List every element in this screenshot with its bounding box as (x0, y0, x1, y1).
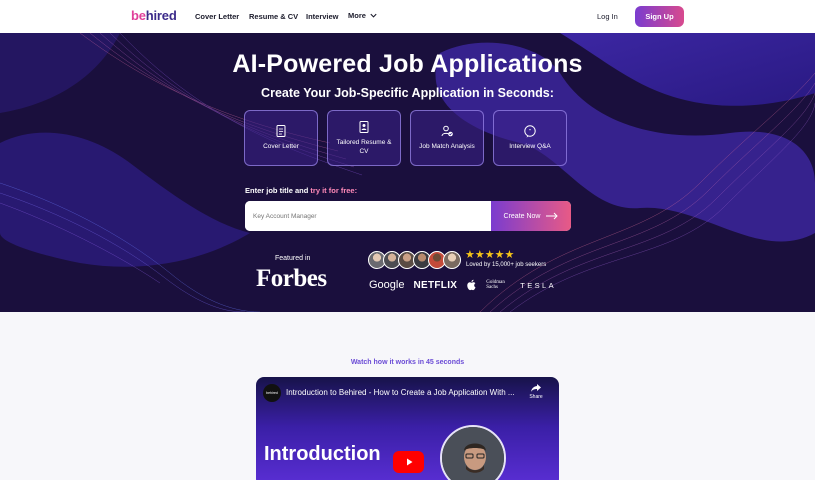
google-logo: Google (369, 279, 405, 291)
play-icon (406, 458, 412, 466)
presenter-illustration (442, 427, 504, 480)
video-title[interactable]: Introduction to Behired - How to Create … (286, 388, 526, 397)
card-interview-qa[interactable]: ” Interview Q&A (493, 110, 567, 166)
share-button[interactable]: Share (526, 384, 546, 400)
user-avatars (368, 251, 461, 269)
signup-button[interactable]: Sign Up (635, 6, 684, 27)
card-job-match[interactable]: Job Match Analysis (410, 110, 484, 166)
nav-more-dropdown[interactable]: More (348, 11, 378, 20)
share-label: Share (529, 394, 543, 400)
create-now-label: Create Now (503, 212, 541, 220)
hero-title: AI-Powered Job Applications (232, 50, 583, 78)
document-icon (276, 125, 286, 138)
card-label: Tailored Resume & CV (336, 138, 392, 155)
card-cover-letter[interactable]: Cover Letter (244, 110, 318, 166)
apple-logo-icon (467, 279, 476, 291)
enter-job-title-label: Enter job title and try it for free: (245, 186, 358, 195)
svg-text:”: ” (529, 129, 532, 135)
login-link[interactable]: Log In (597, 12, 618, 21)
channel-avatar[interactable]: behired (263, 384, 281, 402)
company-logos: Google NETFLIX Goldman Sachs TESLA (369, 279, 556, 291)
arrow-right-icon (546, 212, 559, 220)
nav-link-cover-letter[interactable]: Cover Letter (195, 12, 239, 21)
nav-more-label: More (348, 11, 366, 20)
watch-video-heading: Watch how it works in 45 seconds (350, 359, 465, 366)
card-label: Job Match Analysis (419, 143, 475, 151)
top-navbar: behired Cover Letter Resume & CV Intervi… (0, 0, 815, 33)
create-now-button[interactable]: Create Now (491, 201, 571, 231)
resume-icon (359, 120, 369, 133)
goldman-sachs-logo: Goldman Sachs (486, 279, 505, 290)
hero-subtitle: Create Your Job-Specific Application in … (261, 86, 554, 100)
rating-stars: ★★★★★ (465, 249, 515, 261)
job-title-input[interactable] (245, 201, 491, 231)
share-arrow-icon (531, 384, 541, 392)
feature-cards: Cover Letter Tailored Resume & CV Job Ma… (244, 110, 567, 166)
loved-by-text: Loved by 15,000+ job seekers (466, 262, 547, 268)
card-label: Cover Letter (263, 143, 299, 151)
featured-in-label: Featured in (275, 255, 311, 262)
forbes-logo: Forbes (256, 265, 327, 292)
chevron-down-icon (370, 13, 377, 18)
user-check-icon (441, 125, 453, 137)
chat-bubble-icon: ” (524, 125, 536, 138)
behired-logo[interactable]: behired (131, 8, 177, 23)
nav-link-resume-cv[interactable]: Resume & CV (249, 12, 298, 21)
card-tailored-resume[interactable]: Tailored Resume & CV (327, 110, 401, 166)
nav-link-interview[interactable]: Interview (306, 12, 339, 21)
youtube-play-button[interactable] (393, 451, 424, 473)
hero-section: AI-Powered Job Applications Create Your … (0, 33, 815, 312)
job-title-search-bar: Create Now (245, 201, 571, 231)
avatar (443, 251, 461, 269)
video-overlay-text: Introduction (264, 443, 381, 465)
card-label: Interview Q&A (509, 143, 551, 151)
tesla-logo: TESLA (520, 280, 557, 290)
netflix-logo: NETFLIX (413, 279, 458, 291)
